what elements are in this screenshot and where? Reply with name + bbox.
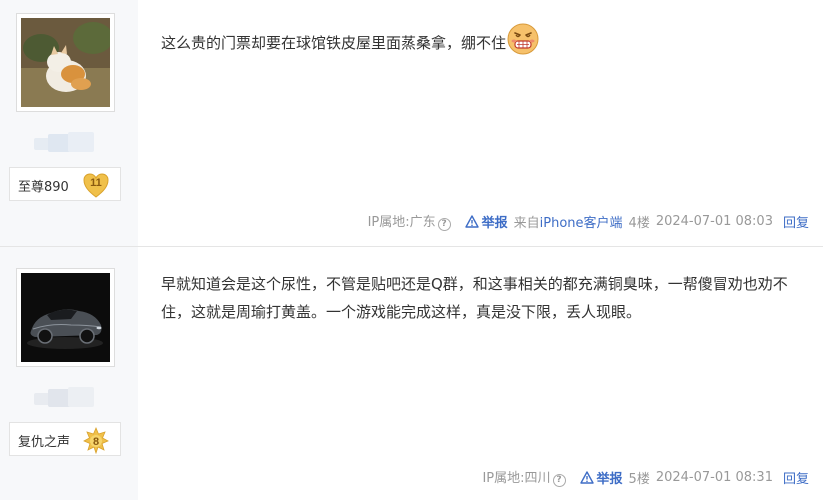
help-icon[interactable]: ?: [437, 218, 451, 231]
level-title: 复仇之声: [18, 435, 71, 450]
client-link[interactable]: iPhone客户端: [540, 216, 623, 231]
level-number: 11: [90, 177, 102, 189]
report-button[interactable]: 举报: [464, 212, 508, 231]
floor-number: 5楼: [628, 471, 650, 487]
report-button[interactable]: 举报: [579, 468, 623, 487]
blurred-username: [34, 132, 98, 154]
level-badge-icon: 8: [83, 426, 109, 454]
level-badge-icon: 11: [83, 173, 109, 198]
post-meta: IP属地:四川? 举报 5楼 2024-07-01 08:31 回复: [476, 467, 809, 487]
reply-button[interactable]: 回复: [783, 468, 809, 487]
car-avatar-image: [21, 273, 110, 362]
post-content: 早就知道会是这个尿性，不管是贴吧还是Q群，和这事相关的都充满铜臭味，一帮傻冒劝也…: [161, 270, 801, 326]
post-text: 早就知道会是这个尿性，不管是贴吧还是Q群，和这事相关的都充满铜臭味，一帮傻冒劝也…: [161, 275, 788, 321]
reply-button[interactable]: 回复: [783, 212, 809, 231]
post-content: 这么贵的门票却要在球馆铁皮屋里面蒸桑拿，绷不住: [161, 23, 801, 57]
grimace-emoji-icon: [507, 23, 539, 54]
cat-avatar-image: [21, 18, 110, 107]
post-timestamp: 2024-07-01 08:03: [655, 213, 773, 229]
warning-icon: [464, 214, 479, 228]
post-floor-5: 复仇之声 8 早就知道会是这个尿性，不管是贴吧还是Q群，和这事相关的都充满铜臭味…: [0, 247, 823, 500]
avatar[interactable]: [16, 268, 115, 367]
post-meta: IP属地:广东? 举报 来自iPhone客户端 4楼 2024-07-01 08…: [362, 211, 809, 231]
client-source: 来自iPhone客户端: [513, 215, 623, 231]
author-sidebar: 至尊890 11: [0, 0, 138, 246]
author-sidebar: 复仇之声 8: [0, 247, 138, 500]
level-number: 8: [93, 436, 99, 448]
post-floor-4: 至尊890 11 这么贵的门票却要在球馆铁皮屋里面蒸桑拿，绷不住 IP属地:广东…: [0, 0, 823, 246]
post-text: 这么贵的门票却要在球馆铁皮屋里面蒸桑拿，绷不住: [161, 34, 507, 52]
help-icon[interactable]: ?: [552, 474, 566, 487]
warning-icon: [579, 470, 594, 484]
ip-location: IP属地:四川?: [482, 467, 566, 487]
user-level[interactable]: 复仇之声 8: [9, 422, 121, 456]
floor-number: 4楼: [628, 215, 650, 231]
blurred-username: [34, 387, 98, 409]
level-title: 至尊890: [18, 180, 69, 195]
user-level[interactable]: 至尊890 11: [9, 167, 121, 201]
post-timestamp: 2024-07-01 08:31: [655, 469, 773, 485]
ip-location: IP属地:广东?: [368, 211, 451, 231]
avatar[interactable]: [16, 13, 115, 112]
